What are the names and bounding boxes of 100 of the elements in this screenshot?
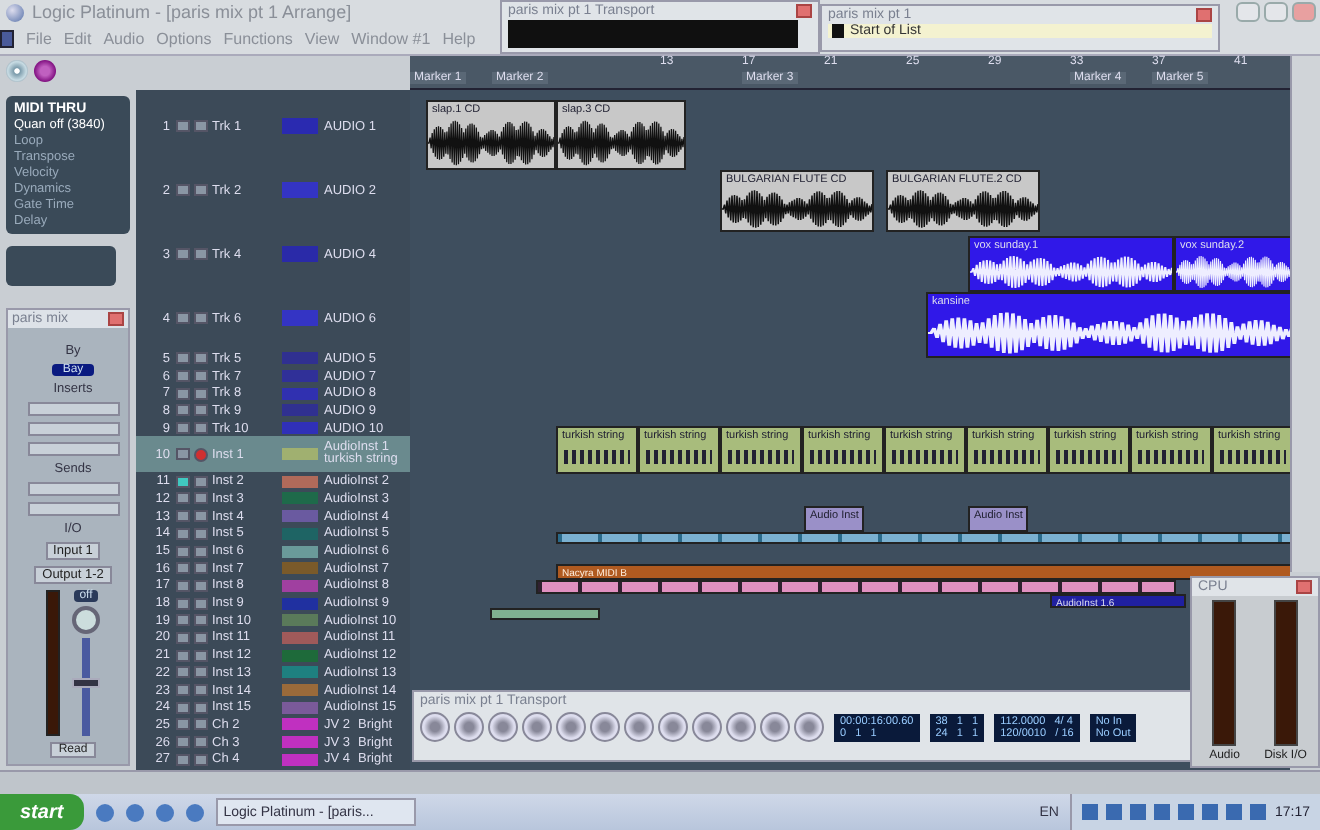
record-button[interactable] bbox=[194, 649, 208, 662]
note-pattern-drawing bbox=[810, 450, 876, 464]
maximize-button[interactable] bbox=[1264, 2, 1288, 22]
mute-button[interactable] bbox=[176, 184, 190, 196]
send-slot[interactable] bbox=[27, 482, 119, 496]
minimize-button[interactable] bbox=[1236, 2, 1260, 22]
mute-button[interactable] bbox=[176, 510, 190, 523]
mute-button[interactable] bbox=[176, 597, 190, 610]
start-button[interactable]: start bbox=[0, 794, 84, 830]
record-button[interactable] bbox=[194, 492, 208, 505]
mute-button[interactable] bbox=[176, 492, 190, 505]
note-pattern-drawing bbox=[892, 450, 958, 464]
mute-button[interactable] bbox=[176, 718, 190, 731]
record-button[interactable] bbox=[194, 370, 208, 383]
close-button[interactable] bbox=[1196, 8, 1212, 22]
record-button[interactable] bbox=[194, 597, 208, 610]
forward-button[interactable] bbox=[590, 712, 620, 742]
record-button[interactable] bbox=[194, 614, 208, 627]
mute-button[interactable] bbox=[176, 404, 190, 417]
mute-button[interactable] bbox=[176, 579, 190, 592]
record-button[interactable] bbox=[194, 248, 208, 260]
mute-button[interactable] bbox=[176, 448, 190, 461]
record-button[interactable] bbox=[194, 510, 208, 523]
record-button[interactable] bbox=[194, 736, 208, 749]
transport-button[interactable] bbox=[794, 712, 824, 742]
mute-button[interactable] bbox=[176, 475, 190, 488]
record-button[interactable] bbox=[194, 404, 208, 417]
mute-button[interactable] bbox=[176, 352, 190, 365]
waveform-drawing bbox=[428, 118, 554, 168]
record-button[interactable] bbox=[194, 387, 208, 400]
mute-button[interactable] bbox=[176, 422, 190, 435]
transport-button[interactable] bbox=[760, 712, 790, 742]
region-strip[interactable] bbox=[536, 580, 1176, 594]
cycle-button[interactable] bbox=[624, 712, 654, 742]
record-button[interactable] bbox=[194, 684, 208, 697]
mute-button[interactable] bbox=[176, 753, 190, 766]
waveform-drawing bbox=[558, 118, 684, 168]
mute-button[interactable] bbox=[176, 684, 190, 697]
record-button[interactable] bbox=[194, 475, 208, 488]
vertical-scrollbar[interactable] bbox=[1290, 56, 1320, 572]
record-button[interactable] bbox=[194, 701, 208, 714]
mute-button[interactable] bbox=[176, 527, 190, 540]
record-button[interactable] bbox=[194, 666, 208, 679]
mute-button[interactable] bbox=[176, 370, 190, 383]
record-button[interactable] bbox=[194, 422, 208, 435]
fader-thumb[interactable] bbox=[72, 677, 100, 688]
record-button[interactable] bbox=[194, 753, 208, 766]
event-icon bbox=[832, 24, 844, 38]
note-pattern-drawing bbox=[974, 450, 1040, 464]
disc-icon[interactable] bbox=[6, 60, 28, 82]
note-pattern-drawing bbox=[728, 450, 794, 464]
mute-button[interactable] bbox=[176, 312, 190, 324]
mute-button[interactable] bbox=[176, 120, 190, 132]
close-button[interactable] bbox=[108, 312, 124, 326]
pan-knob[interactable] bbox=[72, 606, 100, 634]
record-button[interactable] bbox=[194, 312, 208, 324]
insert-slot[interactable] bbox=[27, 442, 119, 456]
mute-button[interactable] bbox=[176, 387, 190, 400]
record-button[interactable] bbox=[194, 352, 208, 365]
record-button[interactable] bbox=[194, 718, 208, 731]
stop-button[interactable] bbox=[522, 712, 552, 742]
midi-region[interactable] bbox=[490, 608, 600, 620]
transport-button[interactable] bbox=[658, 712, 688, 742]
insert-slot[interactable] bbox=[27, 422, 119, 436]
transport-button[interactable] bbox=[726, 712, 756, 742]
document-icon bbox=[0, 30, 14, 48]
record-button[interactable] bbox=[194, 562, 208, 575]
pause-button[interactable] bbox=[454, 712, 484, 742]
region-strip[interactable] bbox=[556, 532, 1290, 544]
insert-slot[interactable] bbox=[27, 402, 119, 416]
note-pattern-drawing bbox=[564, 450, 630, 464]
mute-button[interactable] bbox=[176, 614, 190, 627]
rewind-button[interactable] bbox=[556, 712, 586, 742]
close-button[interactable] bbox=[1292, 2, 1316, 22]
record-button[interactable] bbox=[194, 545, 208, 558]
send-slot[interactable] bbox=[27, 502, 119, 516]
record-button[interactable] bbox=[194, 184, 208, 196]
mute-button[interactable] bbox=[176, 562, 190, 575]
record-button[interactable] bbox=[194, 579, 208, 592]
mute-button[interactable] bbox=[176, 631, 190, 644]
mute-button[interactable] bbox=[176, 248, 190, 260]
note-pattern-drawing bbox=[1138, 450, 1204, 464]
mute-button[interactable] bbox=[176, 701, 190, 714]
mute-button[interactable] bbox=[176, 649, 190, 662]
close-button[interactable] bbox=[1296, 580, 1312, 594]
play-button[interactable] bbox=[488, 712, 518, 742]
horizontal-scrollbar[interactable] bbox=[0, 770, 1320, 794]
mute-button[interactable] bbox=[176, 545, 190, 558]
record-button[interactable] bbox=[194, 527, 208, 540]
record-button[interactable] bbox=[420, 712, 450, 742]
close-button[interactable] bbox=[796, 4, 812, 18]
record-button[interactable] bbox=[194, 120, 208, 132]
note-pattern-drawing bbox=[646, 450, 712, 464]
transport-button[interactable] bbox=[692, 712, 722, 742]
record-button[interactable] bbox=[194, 447, 208, 462]
note-pattern-drawing bbox=[1220, 450, 1286, 464]
mute-button[interactable] bbox=[176, 736, 190, 749]
waveform-drawing bbox=[1176, 254, 1290, 290]
mute-button[interactable] bbox=[176, 666, 190, 679]
record-button[interactable] bbox=[194, 631, 208, 644]
